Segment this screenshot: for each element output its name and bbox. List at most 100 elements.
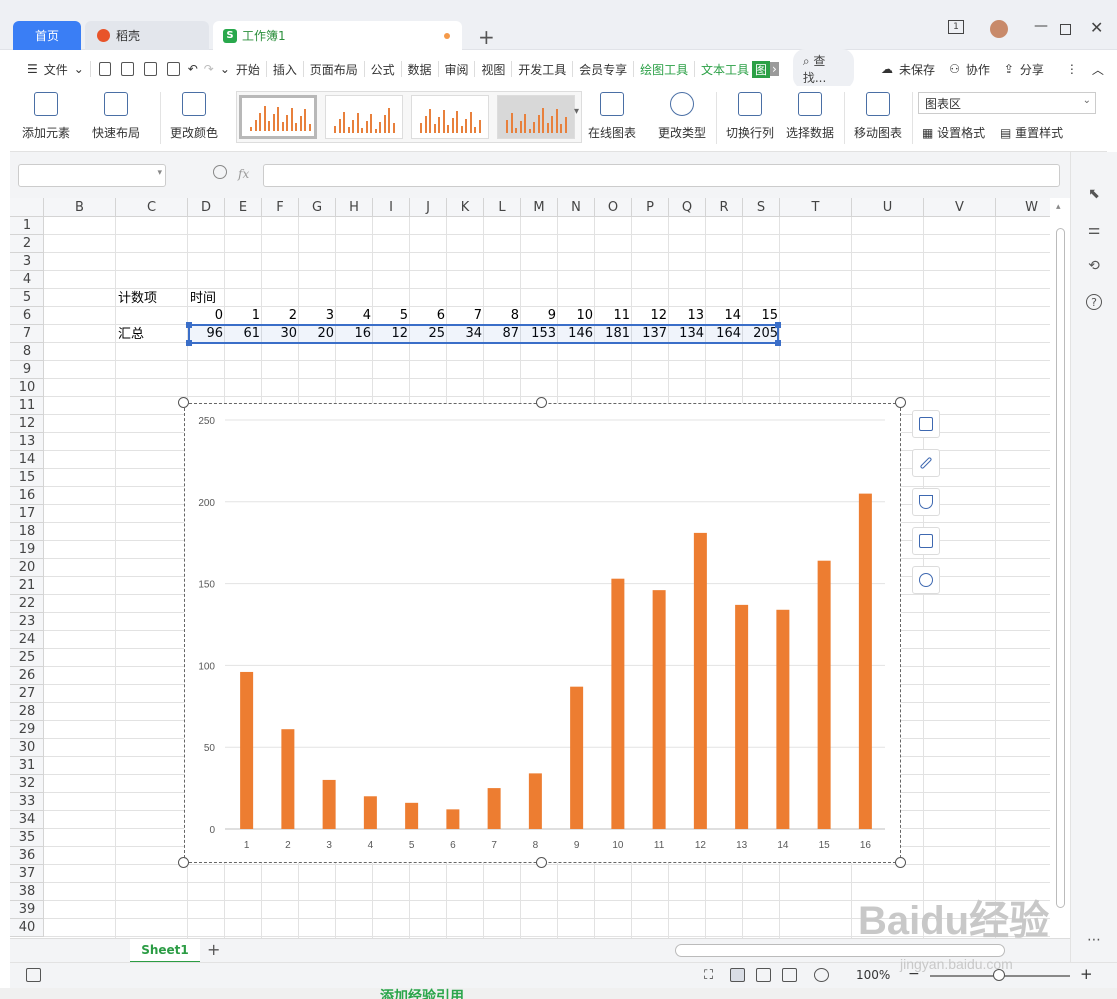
- zoom-level[interactable]: 100%: [856, 968, 890, 982]
- help-icon[interactable]: ?: [1086, 294, 1102, 310]
- maximize-button[interactable]: [1060, 24, 1071, 35]
- column-header[interactable]: N: [558, 198, 595, 217]
- unsaved-status[interactable]: 未保存: [896, 61, 938, 78]
- cell-time-value[interactable]: 4: [336, 307, 373, 325]
- column-header[interactable]: C: [116, 198, 188, 217]
- chart-style-button[interactable]: [912, 449, 940, 477]
- chart-element-select[interactable]: 图表区 ⌄: [918, 92, 1096, 114]
- row-header[interactable]: 9: [10, 361, 44, 379]
- redo-icon[interactable]: ↷: [201, 62, 217, 76]
- row-header[interactable]: 24: [10, 631, 44, 649]
- row-header[interactable]: 22: [10, 595, 44, 613]
- column-header[interactable]: G: [299, 198, 336, 217]
- row-header[interactable]: 14: [10, 451, 44, 469]
- row-header[interactable]: 6: [10, 307, 44, 325]
- zoom-in-button[interactable]: +: [1080, 965, 1093, 983]
- change-type-button[interactable]: 更改类型: [658, 92, 706, 141]
- row-header[interactable]: 40: [10, 919, 44, 937]
- fullscreen-icon[interactable]: ⛶: [704, 968, 719, 983]
- more-icon[interactable]: ⋮: [1063, 62, 1081, 76]
- tab-daoke[interactable]: 稻壳: [85, 21, 209, 50]
- column-header[interactable]: B: [44, 198, 116, 217]
- row-header[interactable]: 33: [10, 793, 44, 811]
- row-header[interactable]: 17: [10, 505, 44, 523]
- menu-insert[interactable]: 插入: [270, 61, 300, 78]
- row-header[interactable]: 23: [10, 613, 44, 631]
- cell-time-value[interactable]: 9: [521, 307, 558, 325]
- print-preview-icon[interactable]: [166, 62, 180, 76]
- cell-d5[interactable]: 时间: [188, 290, 218, 308]
- bar[interactable]: [858, 493, 872, 829]
- cell-time-value[interactable]: 7: [447, 307, 484, 325]
- row-header[interactable]: 26: [10, 667, 44, 685]
- bar[interactable]: [322, 779, 336, 829]
- move-chart-button[interactable]: 移动图表: [854, 92, 902, 141]
- menu-scroll-right-icon[interactable]: ›: [770, 62, 779, 76]
- cell-time-value[interactable]: 3: [299, 307, 336, 325]
- chart-resize-handle[interactable]: [536, 857, 547, 868]
- column-header[interactable]: L: [484, 198, 521, 217]
- row-header[interactable]: 27: [10, 685, 44, 703]
- row-header[interactable]: 18: [10, 523, 44, 541]
- menu-start[interactable]: 开始: [233, 61, 263, 78]
- zoom-formula-icon[interactable]: [213, 165, 227, 179]
- file-menu[interactable]: 文件: [41, 61, 71, 78]
- row-header[interactable]: 34: [10, 811, 44, 829]
- row-header[interactable]: 20: [10, 559, 44, 577]
- row-header[interactable]: 3: [10, 253, 44, 271]
- column-header[interactable]: R: [706, 198, 743, 217]
- row-header[interactable]: 36: [10, 847, 44, 865]
- more-chevron-icon[interactable]: ⌄: [217, 62, 233, 76]
- bar[interactable]: [405, 802, 419, 829]
- bar[interactable]: [487, 788, 501, 829]
- row-header[interactable]: 11: [10, 397, 44, 415]
- column-header[interactable]: U: [852, 198, 924, 217]
- bar[interactable]: [611, 578, 625, 829]
- column-header[interactable]: D: [188, 198, 225, 217]
- menu-text-tools[interactable]: 文本工具: [698, 61, 752, 78]
- row-header[interactable]: 19: [10, 541, 44, 559]
- cell-c5[interactable]: 计数项: [116, 290, 159, 308]
- menu-drawing-tools[interactable]: 绘图工具: [637, 61, 691, 78]
- row-header[interactable]: 16: [10, 487, 44, 505]
- add-sheet-button[interactable]: +: [207, 940, 220, 959]
- row-header[interactable]: 8: [10, 343, 44, 361]
- row-header[interactable]: 35: [10, 829, 44, 847]
- chart-resize-handle[interactable]: [178, 397, 189, 408]
- save-icon[interactable]: [98, 62, 112, 76]
- macro-icon[interactable]: [26, 968, 41, 982]
- range-handle[interactable]: [186, 340, 192, 346]
- bar[interactable]: [446, 809, 460, 829]
- chart-resize-handle[interactable]: [895, 857, 906, 868]
- cell-time-value[interactable]: 0: [188, 307, 225, 325]
- normal-view-icon[interactable]: [730, 968, 745, 982]
- cell-time-value[interactable]: 14: [706, 307, 743, 325]
- switch-row-col-button[interactable]: 切换行列: [726, 92, 774, 141]
- bar[interactable]: [570, 686, 584, 829]
- chart-resize-handle[interactable]: [536, 397, 547, 408]
- chevron-down-icon[interactable]: ⌄: [71, 62, 87, 76]
- collapse-ribbon-icon[interactable]: ︿: [1089, 61, 1107, 78]
- chart-elements-button[interactable]: [912, 410, 940, 438]
- menu-formula[interactable]: 公式: [368, 61, 398, 78]
- vertical-scroll-thumb[interactable]: [1056, 228, 1065, 908]
- sheet-tab-sheet1[interactable]: Sheet1: [130, 939, 200, 963]
- print-icon[interactable]: [144, 62, 157, 76]
- close-button[interactable]: ✕: [1090, 18, 1103, 37]
- row-header[interactable]: 29: [10, 721, 44, 739]
- row-header[interactable]: 10: [10, 379, 44, 397]
- row-header[interactable]: 5: [10, 289, 44, 307]
- transform-icon[interactable]: ⟲: [1086, 258, 1102, 274]
- chart-style-1[interactable]: [239, 95, 317, 139]
- row-header[interactable]: 13: [10, 433, 44, 451]
- formula-input[interactable]: [263, 164, 1060, 187]
- set-format-button[interactable]: ▦ 设置格式: [922, 124, 985, 141]
- select-all-corner[interactable]: [10, 198, 44, 217]
- cell-c7[interactable]: 汇总: [116, 326, 146, 344]
- cell-time-value[interactable]: 12: [632, 307, 669, 325]
- column-header[interactable]: T: [780, 198, 852, 217]
- column-header[interactable]: H: [336, 198, 373, 217]
- undo-icon[interactable]: ↶: [185, 62, 201, 76]
- row-header[interactable]: 30: [10, 739, 44, 757]
- row-header[interactable]: 37: [10, 865, 44, 883]
